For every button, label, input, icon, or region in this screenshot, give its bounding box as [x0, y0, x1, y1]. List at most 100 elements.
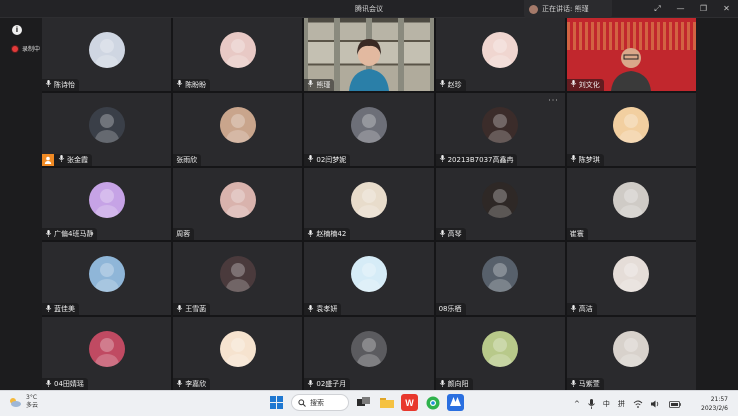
participant-nametag: 马紫萱: [566, 378, 604, 390]
participant-avatar: [88, 106, 125, 143]
participant-name: 刘文化: [578, 80, 600, 89]
participant-tile[interactable]: 02盛子月: [304, 317, 434, 390]
participant-name: 袁孝妍: [316, 305, 338, 314]
participant-tile[interactable]: ··· 20213B7037高鑫冉: [435, 92, 565, 166]
info-icon[interactable]: i: [12, 25, 22, 35]
participant-nametag: 陈诗怡: [42, 78, 79, 91]
participant-tile[interactable]: 周蓉: [173, 167, 303, 241]
recording-indicator[interactable]: 录制中: [12, 44, 40, 53]
participant-tile[interactable]: 刘文化: [566, 18, 696, 91]
participant-avatar: [613, 106, 650, 143]
recording-label: 录制中: [22, 46, 41, 53]
participant-avatar: [88, 181, 125, 218]
participant-tile[interactable]: 陈梦琪: [566, 92, 696, 166]
weather-widget[interactable]: 3°C 多云: [8, 394, 38, 410]
participant-name: 04田婧瑶: [54, 380, 84, 388]
microphone-icon: [570, 80, 577, 89]
participant-name: 蓝佳美: [54, 305, 75, 314]
participant-tile[interactable]: 赵楠楠42: [304, 167, 434, 241]
participant-name: 王雪菡: [185, 305, 207, 314]
participant-tile[interactable]: 崔寰: [566, 167, 696, 241]
system-clock[interactable]: 21:57 2023/2/6: [701, 395, 728, 413]
participant-name: 赵楠楠42: [316, 230, 347, 239]
microphone-icon: [176, 80, 183, 89]
participant-avatar: [482, 181, 519, 218]
participant-nametag: 04田婧瑶: [42, 378, 88, 390]
taskbar-search[interactable]: 搜索: [291, 394, 349, 411]
participant-tile[interactable]: 颜向阳: [435, 317, 565, 390]
participant-tile[interactable]: 张雨欣: [173, 92, 303, 166]
pin-icon[interactable]: ⤢: [646, 0, 669, 18]
participant-tile[interactable]: 广偏4班马静: [42, 167, 172, 241]
participant-tile[interactable]: 马紫萱: [566, 317, 696, 390]
participant-avatar: [350, 256, 387, 293]
participant-tile[interactable]: 04田婧瑶: [42, 317, 172, 390]
close-icon[interactable]: ✕: [715, 0, 738, 18]
participant-nametag: 陈盼盼: [173, 78, 211, 91]
more-options-icon[interactable]: ···: [548, 96, 559, 105]
participant-tile[interactable]: 熊瑾: [304, 18, 434, 91]
participant-tile[interactable]: 张金霞: [42, 92, 172, 166]
participant-nametag: 周蓉: [173, 228, 195, 241]
participant-tile[interactable]: 陈诗怡: [42, 18, 172, 91]
tray-chevron-icon[interactable]: ^: [574, 400, 580, 408]
speaker-icon[interactable]: [650, 400, 661, 408]
participant-name: 李嘉欣: [185, 380, 207, 388]
clock-time: 21:57: [710, 396, 728, 403]
weather-desc: 多云: [26, 402, 39, 409]
participant-avatar: [613, 256, 650, 293]
microphone-icon: [439, 80, 446, 89]
participant-nametag: 08乐栖: [435, 303, 466, 316]
title-bar: 腾讯会议 正在讲话: 熊瑾 ⤢ — ❐ ✕: [0, 0, 738, 18]
participant-avatar: [482, 331, 519, 368]
search-label: 搜索: [310, 398, 324, 407]
minimize-icon[interactable]: —: [669, 0, 692, 18]
participant-nametag: 李嘉欣: [173, 378, 211, 390]
microphone-icon: [45, 379, 52, 389]
task-view-icon[interactable]: [355, 394, 372, 411]
participant-tile[interactable]: 王雪菡: [173, 242, 303, 316]
participant-name: 马紫萱: [578, 380, 600, 388]
participant-nametag: 崔寰: [566, 228, 588, 241]
participant-name: 陈盼盼: [185, 80, 207, 89]
participant-tile[interactable]: 李嘉欣: [173, 317, 303, 390]
participant-avatar: [219, 32, 256, 69]
participant-tile[interactable]: 02闫梦妮: [304, 92, 434, 166]
participant-nametag: 蓝佳美: [42, 303, 79, 316]
microphone-icon: [307, 229, 314, 239]
ime-mode[interactable]: 拼: [618, 399, 625, 409]
microphone-icon: [307, 155, 314, 164]
participant-avatar: [350, 331, 387, 368]
recording-dot-icon: [12, 45, 18, 52]
participant-avatar: [219, 256, 256, 293]
participant-avatar: [482, 256, 519, 293]
participant-tile[interactable]: 袁孝妍: [304, 242, 434, 316]
battery-icon[interactable]: [668, 400, 681, 408]
host-badge-icon: [42, 153, 54, 166]
maximize-icon[interactable]: ❐: [692, 0, 715, 18]
participant-avatar: [350, 181, 387, 218]
speaking-indicator[interactable]: 正在讲话: 熊瑾: [524, 0, 612, 18]
tencent-meeting-icon[interactable]: [447, 394, 464, 411]
participant-tile[interactable]: 陈盼盼: [173, 18, 303, 91]
microphone-icon[interactable]: [588, 399, 595, 409]
wifi-icon[interactable]: [633, 400, 643, 408]
participant-tile[interactable]: 08乐栖: [435, 242, 565, 316]
ime-language[interactable]: 中: [603, 399, 610, 409]
participant-avatar: [219, 106, 256, 143]
microphone-icon: [176, 379, 183, 389]
participant-tile[interactable]: 蓝佳美: [42, 242, 172, 316]
participant-nametag: 刘文化: [566, 78, 604, 91]
participant-tile[interactable]: 高琴: [435, 167, 565, 241]
microphone-icon: [439, 155, 446, 164]
browser-icon[interactable]: [424, 394, 441, 411]
windows-start-icon[interactable]: [268, 394, 285, 411]
participant-grid: 陈诗怡 陈盼盼 熊瑾 赵珍 刘文化张金霞 张雨欣 02闫梦妮 ··· 20213B7037高鑫冉…: [42, 18, 696, 390]
participant-name: 张金霞: [67, 155, 88, 164]
participant-name: 02盛子月: [316, 380, 347, 388]
participant-tile[interactable]: 高洁: [566, 242, 696, 316]
participant-name: 周蓉: [176, 230, 191, 239]
wps-icon[interactable]: W: [401, 394, 418, 411]
file-explorer-icon[interactable]: [378, 394, 395, 411]
participant-tile[interactable]: 赵珍: [435, 18, 565, 91]
